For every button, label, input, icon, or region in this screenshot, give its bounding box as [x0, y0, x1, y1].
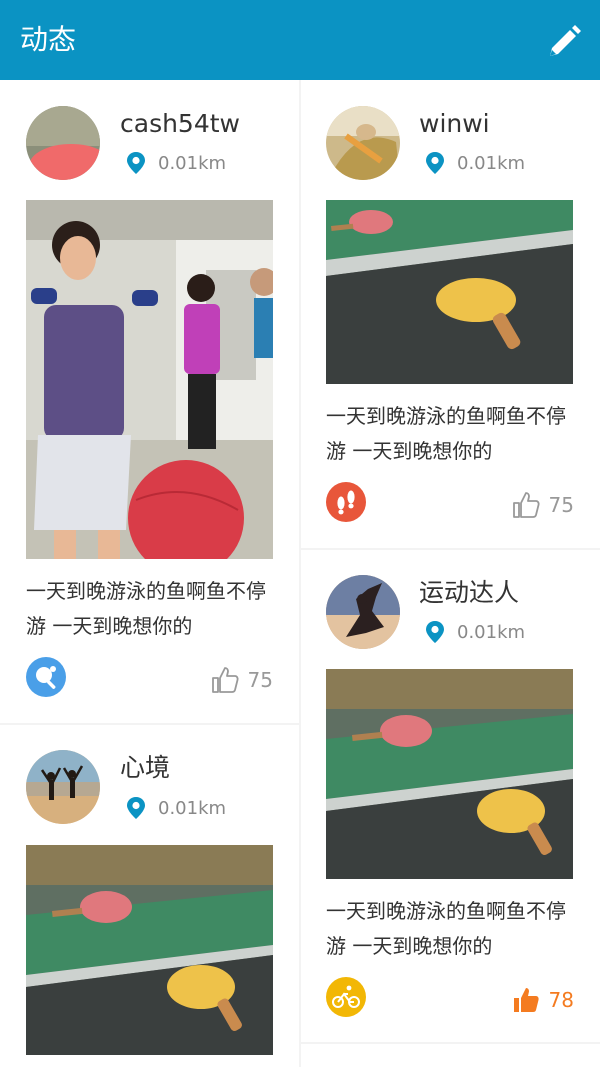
distance: 0.01km [158, 152, 227, 174]
location-pin-icon [426, 621, 444, 643]
avatar[interactable] [326, 575, 400, 649]
username[interactable]: cash54tw [120, 108, 240, 140]
location-pin-icon [127, 152, 145, 174]
post-card[interactable]: cash54tw 0.01km 一天到晚游泳的鱼啊鱼不停游 一天到晚想你的 75 [0, 80, 299, 723]
post-photo[interactable] [326, 669, 573, 879]
app-header: 动态 [0, 0, 600, 80]
post-text: 一天到晚游泳的鱼啊鱼不停游 一天到晚想你的 [326, 899, 566, 958]
post-card[interactable]: winwi 0.01km 一天到晚游泳的鱼啊鱼不停游 一天到晚想你的 75 [301, 80, 600, 548]
distance: 0.01km [158, 797, 227, 819]
edit-icon[interactable] [544, 22, 584, 62]
cycling-icon [326, 977, 366, 1017]
like-count: 75 [548, 493, 574, 517]
location-pin-icon [127, 797, 145, 819]
location: 0.01km [425, 619, 525, 645]
location-pin-icon [426, 152, 444, 174]
thumbs-up-icon [211, 667, 239, 693]
like-count: 75 [247, 668, 273, 692]
footprints-icon [326, 482, 366, 522]
distance: 0.01km [457, 621, 526, 643]
avatar[interactable] [26, 750, 100, 824]
like-button[interactable]: 78 [511, 984, 574, 1016]
thumbs-up-icon [512, 492, 540, 518]
page-title: 动态 [20, 23, 77, 56]
post-photo[interactable] [26, 845, 273, 1055]
distance: 0.01km [457, 152, 526, 174]
like-count: 78 [548, 988, 574, 1012]
like-button[interactable]: 75 [210, 664, 273, 696]
like-button[interactable]: 75 [511, 489, 574, 521]
post-text: 一天到晚游泳的鱼啊鱼不停游 一天到晚想你的 [26, 579, 266, 638]
post-text: 一天到晚游泳的鱼啊鱼不停游 一天到晚想你的 [326, 404, 566, 463]
ping-pong-icon [26, 657, 66, 697]
location: 0.01km [126, 150, 226, 176]
username[interactable]: winwi [419, 108, 490, 140]
avatar[interactable] [26, 106, 100, 180]
location: 0.01km [425, 150, 525, 176]
username[interactable]: 运动达人 [419, 577, 519, 609]
username[interactable]: 心境 [120, 752, 170, 784]
avatar[interactable] [326, 106, 400, 180]
post-card[interactable]: 运动达人 0.01km 一天到晚游泳的鱼啊鱼不停游 一天到晚想你的 78 [301, 550, 600, 1042]
post-photo[interactable] [26, 200, 273, 559]
post-card[interactable]: 心境 0.01km [0, 725, 299, 1067]
post-photo[interactable] [326, 200, 573, 384]
location: 0.01km [126, 795, 226, 821]
thumbs-up-icon [513, 988, 539, 1012]
post-card[interactable] [301, 1044, 600, 1067]
